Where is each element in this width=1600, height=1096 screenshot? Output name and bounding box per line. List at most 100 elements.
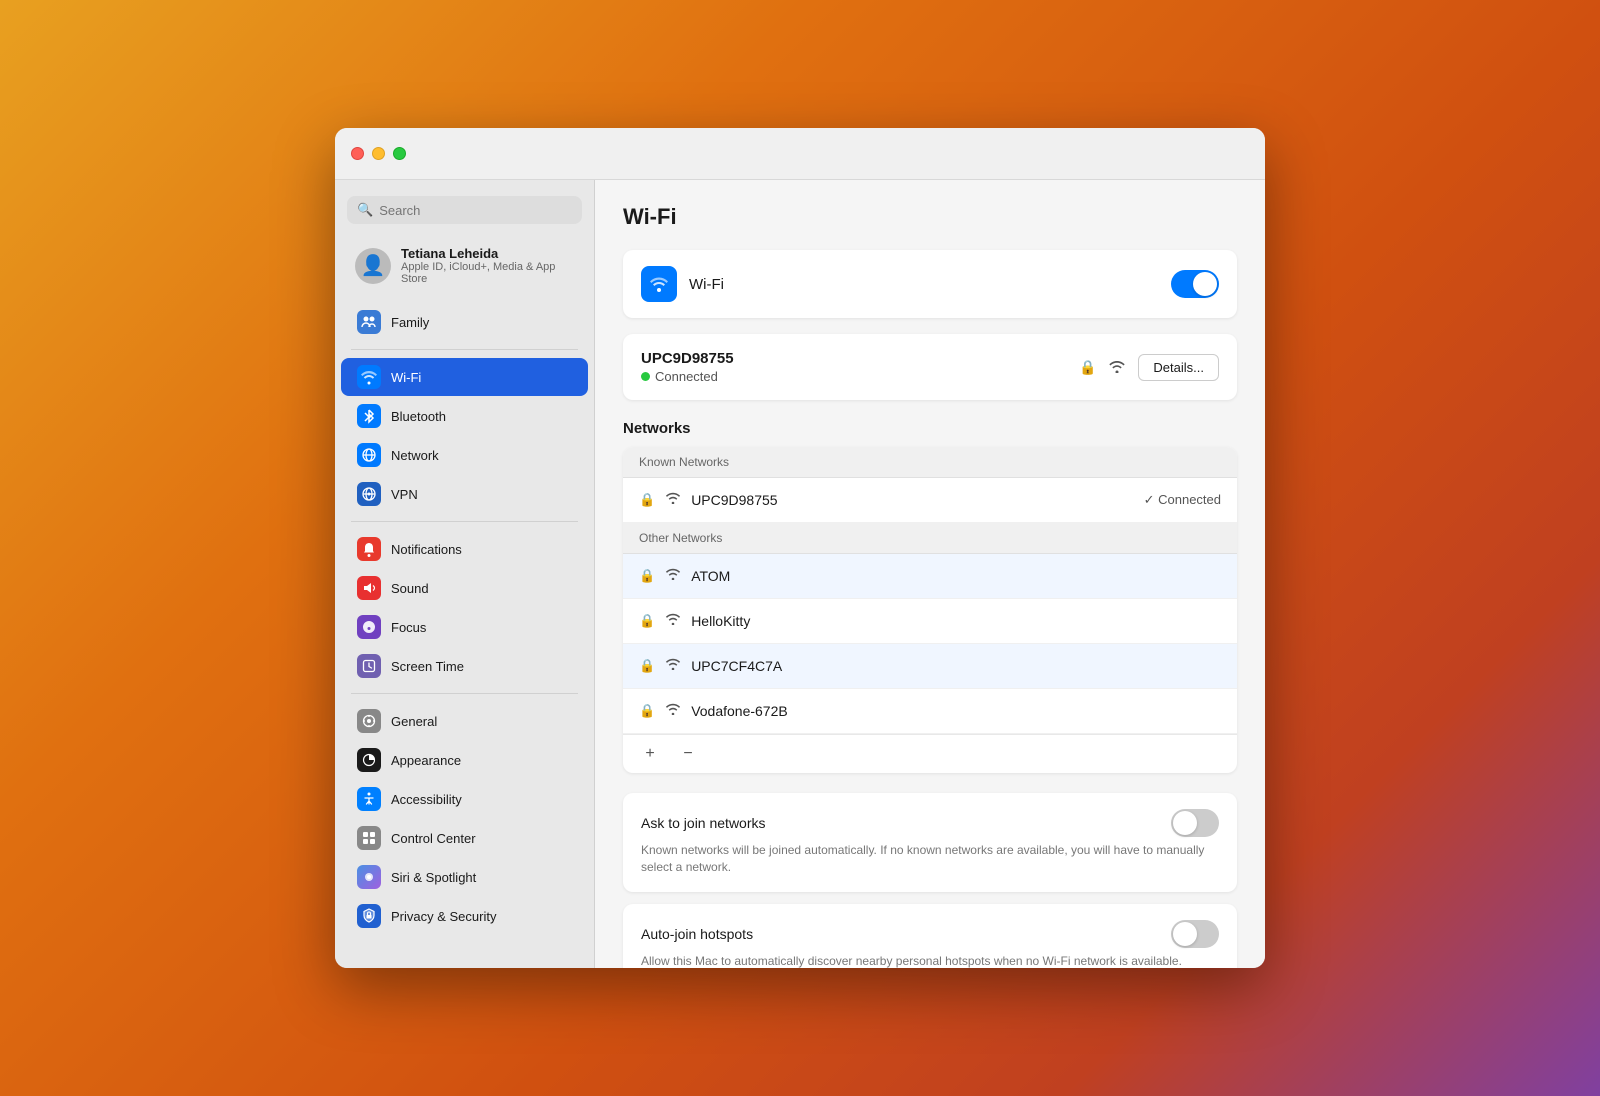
wifi-sidebar-icon: [357, 365, 381, 389]
close-button[interactable]: [351, 147, 364, 160]
divider-1: [351, 349, 578, 350]
other-network-name-atom: ATOM: [691, 568, 1221, 584]
known-network-row[interactable]: 🔒 UPC9D98755 ✓ Connected: [623, 478, 1237, 523]
search-box[interactable]: 🔍: [347, 196, 582, 224]
sidebar-item-label-siri: Siri & Spotlight: [391, 870, 476, 885]
atom-lock-icon: 🔒: [639, 568, 655, 584]
title-bar: [335, 128, 1265, 180]
auto-join-toggle-thumb: [1173, 922, 1197, 946]
sidebar-item-label-wifi: Wi-Fi: [391, 370, 421, 385]
sidebar-item-siri[interactable]: Siri & Spotlight: [341, 858, 588, 896]
other-network-row-atom[interactable]: 🔒 ATOM: [623, 554, 1237, 599]
general-icon: [357, 709, 381, 733]
sidebar-item-vpn[interactable]: VPN: [341, 475, 588, 513]
sidebar-item-bluetooth[interactable]: Bluetooth: [341, 397, 588, 435]
family-icon: [357, 310, 381, 334]
sidebar-item-accessibility[interactable]: Accessibility: [341, 780, 588, 818]
user-info: Tetiana Leheida Apple ID, iCloud+, Media…: [401, 246, 574, 285]
auto-join-toggle[interactable]: [1171, 920, 1219, 948]
ask-join-label: Ask to join networks: [641, 815, 766, 831]
siri-icon: [357, 865, 381, 889]
hellokitty-lock-icon: 🔒: [639, 613, 655, 629]
sidebar-item-label-bluetooth: Bluetooth: [391, 409, 446, 424]
sidebar-item-notifications[interactable]: Notifications: [341, 530, 588, 568]
divider-3: [351, 693, 578, 694]
sidebar-item-wifi[interactable]: Wi-Fi: [341, 358, 588, 396]
signal-icon: [1108, 359, 1126, 376]
content-area: 🔍 👤 Tetiana Leheida Apple ID, iCloud+, M…: [335, 180, 1265, 968]
connected-status-text: Connected: [655, 369, 718, 384]
sound-icon: [357, 576, 381, 600]
ask-join-desc: Known networks will be joined automatica…: [641, 842, 1219, 876]
page-title: Wi-Fi: [623, 204, 1237, 230]
upc7-lock-icon: 🔒: [639, 658, 655, 674]
connected-status-dot: [641, 372, 650, 381]
sidebar-item-family[interactable]: Family: [341, 303, 588, 341]
sidebar: 🔍 👤 Tetiana Leheida Apple ID, iCloud+, M…: [335, 180, 595, 968]
sidebar-item-controlcenter[interactable]: Control Center: [341, 819, 588, 857]
atom-wifi-icon: [665, 567, 681, 585]
networks-card: Known Networks 🔒 UPC9D98755 ✓ Connected: [623, 447, 1237, 773]
sidebar-item-label-screentime: Screen Time: [391, 659, 464, 674]
sidebar-item-label-family: Family: [391, 315, 429, 330]
networks-footer: + −: [623, 734, 1237, 773]
sidebar-item-general[interactable]: General: [341, 702, 588, 740]
ask-join-option-top: Ask to join networks: [641, 809, 1219, 837]
add-network-button[interactable]: +: [639, 743, 661, 765]
maximize-button[interactable]: [393, 147, 406, 160]
traffic-lights: [351, 147, 406, 160]
sidebar-item-label-focus: Focus: [391, 620, 426, 635]
user-subtitle: Apple ID, iCloud+, Media & App Store: [401, 261, 574, 285]
other-networks-header: Other Networks: [623, 523, 1237, 554]
sidebar-item-sound[interactable]: Sound: [341, 569, 588, 607]
known-network-wifi-icon: [665, 491, 681, 509]
other-network-row-hellokitty[interactable]: 🔒 HelloKitty: [623, 599, 1237, 644]
other-network-name-hellokitty: HelloKitty: [691, 613, 1221, 629]
upc7-wifi-icon: [665, 657, 681, 675]
sidebar-item-label-vpn: VPN: [391, 487, 418, 502]
sidebar-item-label-network: Network: [391, 448, 439, 463]
avatar: 👤: [355, 248, 391, 284]
user-name: Tetiana Leheida: [401, 246, 574, 261]
other-network-row-upc7[interactable]: 🔒 UPC7CF4C7A: [623, 644, 1237, 689]
sidebar-item-label-general: General: [391, 714, 437, 729]
connected-network-name: UPC9D98755: [641, 350, 1067, 367]
bluetooth-icon: [357, 404, 381, 428]
network-icon: [357, 443, 381, 467]
wifi-toggle[interactable]: [1171, 270, 1219, 298]
privacy-icon: [357, 904, 381, 928]
accessibility-icon: [357, 787, 381, 811]
sidebar-item-label-appearance: Appearance: [391, 753, 461, 768]
user-avatar-icon: 👤: [361, 253, 386, 278]
vpn-icon: [357, 482, 381, 506]
main-content: Wi-Fi Wi-Fi UPC9D98755: [595, 180, 1265, 968]
sidebar-item-appearance[interactable]: Appearance: [341, 741, 588, 779]
search-input[interactable]: [379, 203, 572, 218]
screentime-icon: [357, 654, 381, 678]
details-button[interactable]: Details...: [1138, 354, 1219, 381]
sidebar-item-label-controlcenter: Control Center: [391, 831, 476, 846]
auto-join-option: Auto-join hotspots Allow this Mac to aut…: [623, 904, 1237, 968]
sidebar-item-label-accessibility: Accessibility: [391, 792, 462, 807]
known-networks-header: Known Networks: [623, 447, 1237, 478]
sidebar-item-privacy[interactable]: Privacy & Security: [341, 897, 588, 935]
ask-join-toggle[interactable]: [1171, 809, 1219, 837]
other-network-name-vodafone: Vodafone-672B: [691, 703, 1221, 719]
wifi-main-icon: [641, 266, 677, 302]
user-profile[interactable]: 👤 Tetiana Leheida Apple ID, iCloud+, Med…: [339, 236, 590, 295]
ask-join-toggle-thumb: [1173, 811, 1197, 835]
remove-network-button[interactable]: −: [677, 743, 699, 765]
appearance-icon: [357, 748, 381, 772]
search-icon: 🔍: [357, 202, 373, 218]
minimize-button[interactable]: [372, 147, 385, 160]
known-network-name: UPC9D98755: [691, 492, 1133, 508]
hellokitty-wifi-icon: [665, 612, 681, 630]
sidebar-item-network[interactable]: Network: [341, 436, 588, 474]
sidebar-item-focus[interactable]: Focus: [341, 608, 588, 646]
other-network-row-vodafone[interactable]: 🔒 Vodafone-672B: [623, 689, 1237, 734]
sidebar-item-label-sound: Sound: [391, 581, 429, 596]
sidebar-item-label-notifications: Notifications: [391, 542, 462, 557]
network-status: Connected: [641, 369, 1067, 384]
focus-icon: [357, 615, 381, 639]
sidebar-item-screentime[interactable]: Screen Time: [341, 647, 588, 685]
